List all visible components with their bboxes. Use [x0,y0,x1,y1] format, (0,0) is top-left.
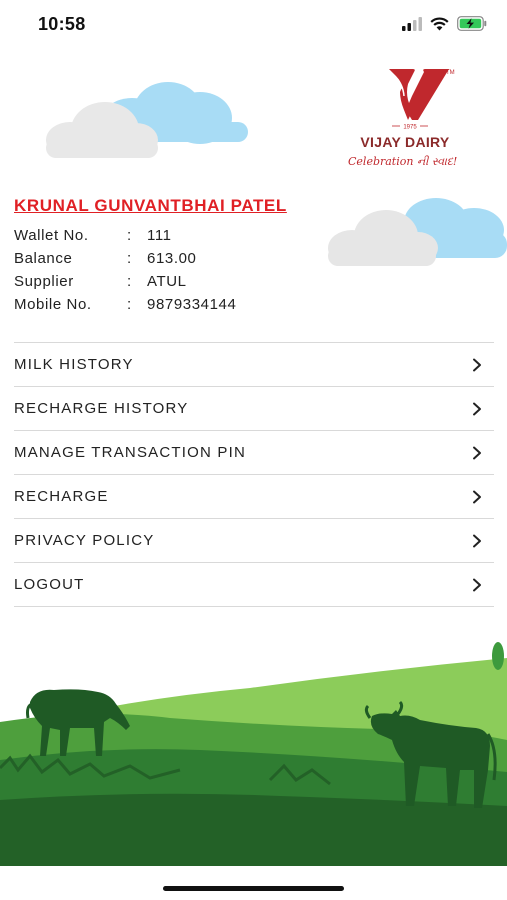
chevron-right-icon [473,490,481,503]
menu-item-milk-history[interactable]: MILK HISTORY [14,343,494,387]
menu-item-label: MILK HISTORY [14,356,134,373]
menu-item-label: RECHARGE HISTORY [14,400,189,417]
chevron-right-icon [473,402,481,415]
farm-landscape-illustration [0,642,507,866]
mobile-row: Mobile No. : 9879334144 [14,293,236,316]
menu-item-manage-transaction-pin[interactable]: MANAGE TRANSACTION PIN [14,431,494,475]
brand-tagline: Celebration ની સ્વાદ! [348,155,458,168]
user-name: KRUNAL GUNVANTBHAI PATEL [14,196,287,215]
mobile-value: 9879334144 [147,296,237,313]
battery-charging-icon [457,16,487,31]
mobile-label: Mobile No. [14,296,92,313]
supplier-row: Supplier : ATUL [14,270,236,293]
supplier-label: Supplier [14,273,74,290]
wallet-value: 111 [147,227,172,244]
menu-item-logout[interactable]: LOGOUT [14,563,494,607]
cloud-decoration-left [46,82,248,158]
balance-label: Balance [14,250,73,267]
menu-item-label: RECHARGE [14,488,109,505]
main-menu: MILK HISTORY RECHARGE HISTORY MANAGE TRA… [14,342,494,607]
chevron-right-icon [473,534,481,547]
status-time: 10:58 [38,14,86,34]
menu-item-recharge-history[interactable]: RECHARGE HISTORY [14,387,494,431]
chevron-right-icon [473,446,481,459]
supplier-value: ATUL [147,273,187,290]
separator: : [127,296,132,313]
status-icons [402,16,487,31]
vijay-dairy-logo: TM 1975 VIJAY DAIRY Celebration ની સ્વાદ… [346,62,486,180]
cellular-signal-icon [402,16,422,31]
trademark-mark: TM [446,70,455,76]
wallet-label: Wallet No. [14,227,89,244]
brand-name: VIJAY DAIRY [360,134,450,150]
wifi-icon [430,17,449,30]
cloud-decoration-right [328,198,507,266]
brand-year: 1975 [403,125,417,131]
status-bar: 10:58 [0,0,507,50]
chevron-right-icon [473,358,481,371]
separator: : [127,250,132,267]
menu-item-label: MANAGE TRANSACTION PIN [14,444,246,461]
separator: : [127,227,132,244]
v-mark-icon: TM 1975 [389,69,455,131]
home-indicator[interactable] [163,886,344,891]
menu-item-recharge[interactable]: RECHARGE [14,475,494,519]
menu-item-privacy-policy[interactable]: PRIVACY POLICY [14,519,494,563]
wallet-row: Wallet No. : 111 [14,224,236,247]
balance-value: 613.00 [147,250,197,267]
menu-item-label: LOGOUT [14,576,85,593]
profile-info: Wallet No. : 111 Balance : 613.00 Suppli… [14,224,236,316]
separator: : [127,273,132,290]
balance-row: Balance : 613.00 [14,247,236,270]
menu-item-label: PRIVACY POLICY [14,532,155,549]
chevron-right-icon [473,578,481,591]
